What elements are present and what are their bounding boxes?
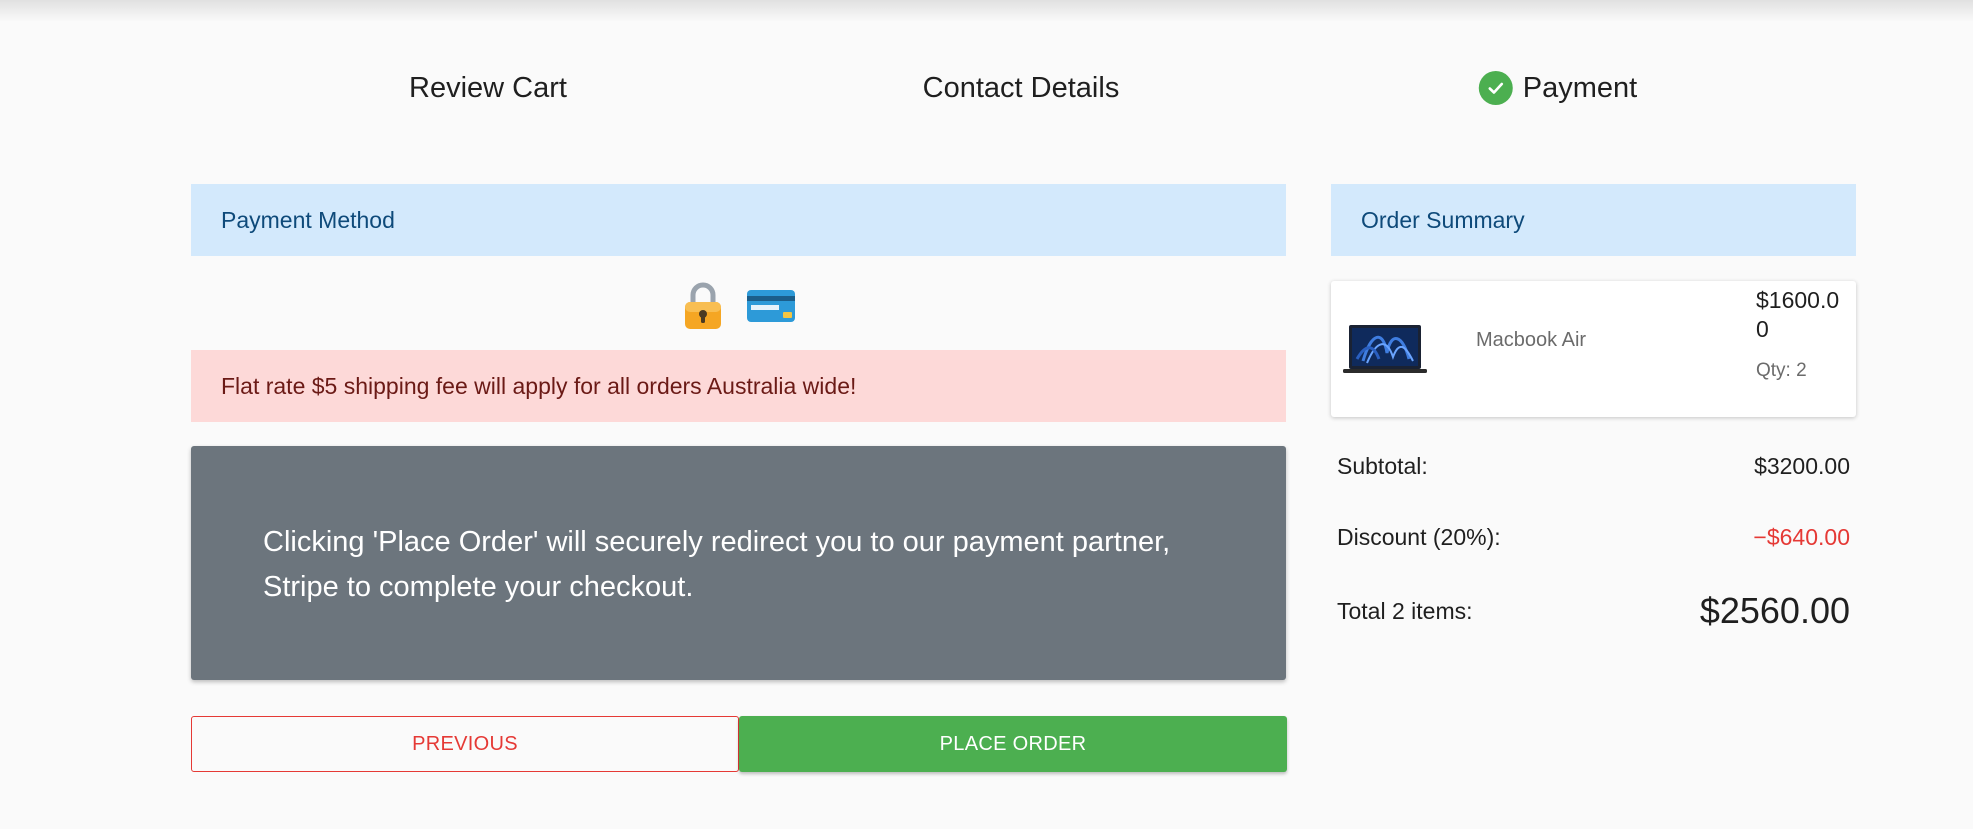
place-order-button[interactable]: PLACE ORDER — [739, 716, 1287, 772]
order-summary-title: Order Summary — [1361, 206, 1525, 233]
step-contact-details[interactable]: Contact Details — [923, 68, 1120, 108]
place-order-button-label: PLACE ORDER — [939, 732, 1087, 755]
product-quantity: Qty: 2 — [1756, 360, 1807, 381]
product-name[interactable]: Macbook Air — [1476, 329, 1586, 352]
payment-icons — [191, 281, 1286, 336]
step-label: Payment — [1522, 71, 1638, 104]
shipping-notice-text: Flat rate $5 shipping fee will apply for… — [221, 372, 857, 399]
subtotal-value: $3200.00 — [1754, 452, 1850, 479]
header-shadow — [0, 0, 1973, 22]
lock-icon — [682, 281, 724, 336]
credit-card-icon — [746, 288, 796, 329]
payment-method-header: Payment Method — [191, 184, 1286, 256]
discount-value: −$640.00 — [1753, 523, 1850, 550]
shipping-notice: Flat rate $5 shipping fee will apply for… — [191, 350, 1286, 422]
stripe-redirect-text: Clicking 'Place Order' will securely red… — [263, 526, 1171, 603]
product-price: $1600.00 — [1756, 287, 1840, 342]
subtotal-label: Subtotal: — [1337, 452, 1428, 479]
cart-item-card: Macbook Air $1600.00 Qty: 2 — [1331, 281, 1856, 417]
checkout-stepper: Review Cart Contact Details Payment — [0, 68, 1973, 108]
total-label: Total 2 items: — [1337, 597, 1473, 624]
order-summary-header: Order Summary — [1331, 184, 1856, 256]
laptop-icon — [1343, 323, 1427, 375]
discount-label: Discount (20%): — [1337, 523, 1501, 550]
discount-row: Discount (20%): −$640.00 — [1337, 522, 1850, 552]
previous-button-label: PREVIOUS — [412, 732, 518, 755]
stripe-redirect-info: Clicking 'Place Order' will securely red… — [191, 446, 1286, 680]
payment-method-title: Payment Method — [221, 206, 395, 233]
check-circle-icon — [1478, 71, 1513, 105]
subtotal-row: Subtotal: $3200.00 — [1337, 451, 1850, 481]
total-value: $2560.00 — [1699, 590, 1850, 631]
previous-button[interactable]: PREVIOUS — [191, 716, 739, 772]
step-review-cart[interactable]: Review Cart — [409, 68, 567, 108]
step-label: Review Cart — [409, 71, 567, 104]
step-payment[interactable]: Payment — [1478, 68, 1638, 108]
step-label: Contact Details — [922, 71, 1120, 104]
total-row: Total 2 items: $2560.00 — [1337, 589, 1850, 633]
